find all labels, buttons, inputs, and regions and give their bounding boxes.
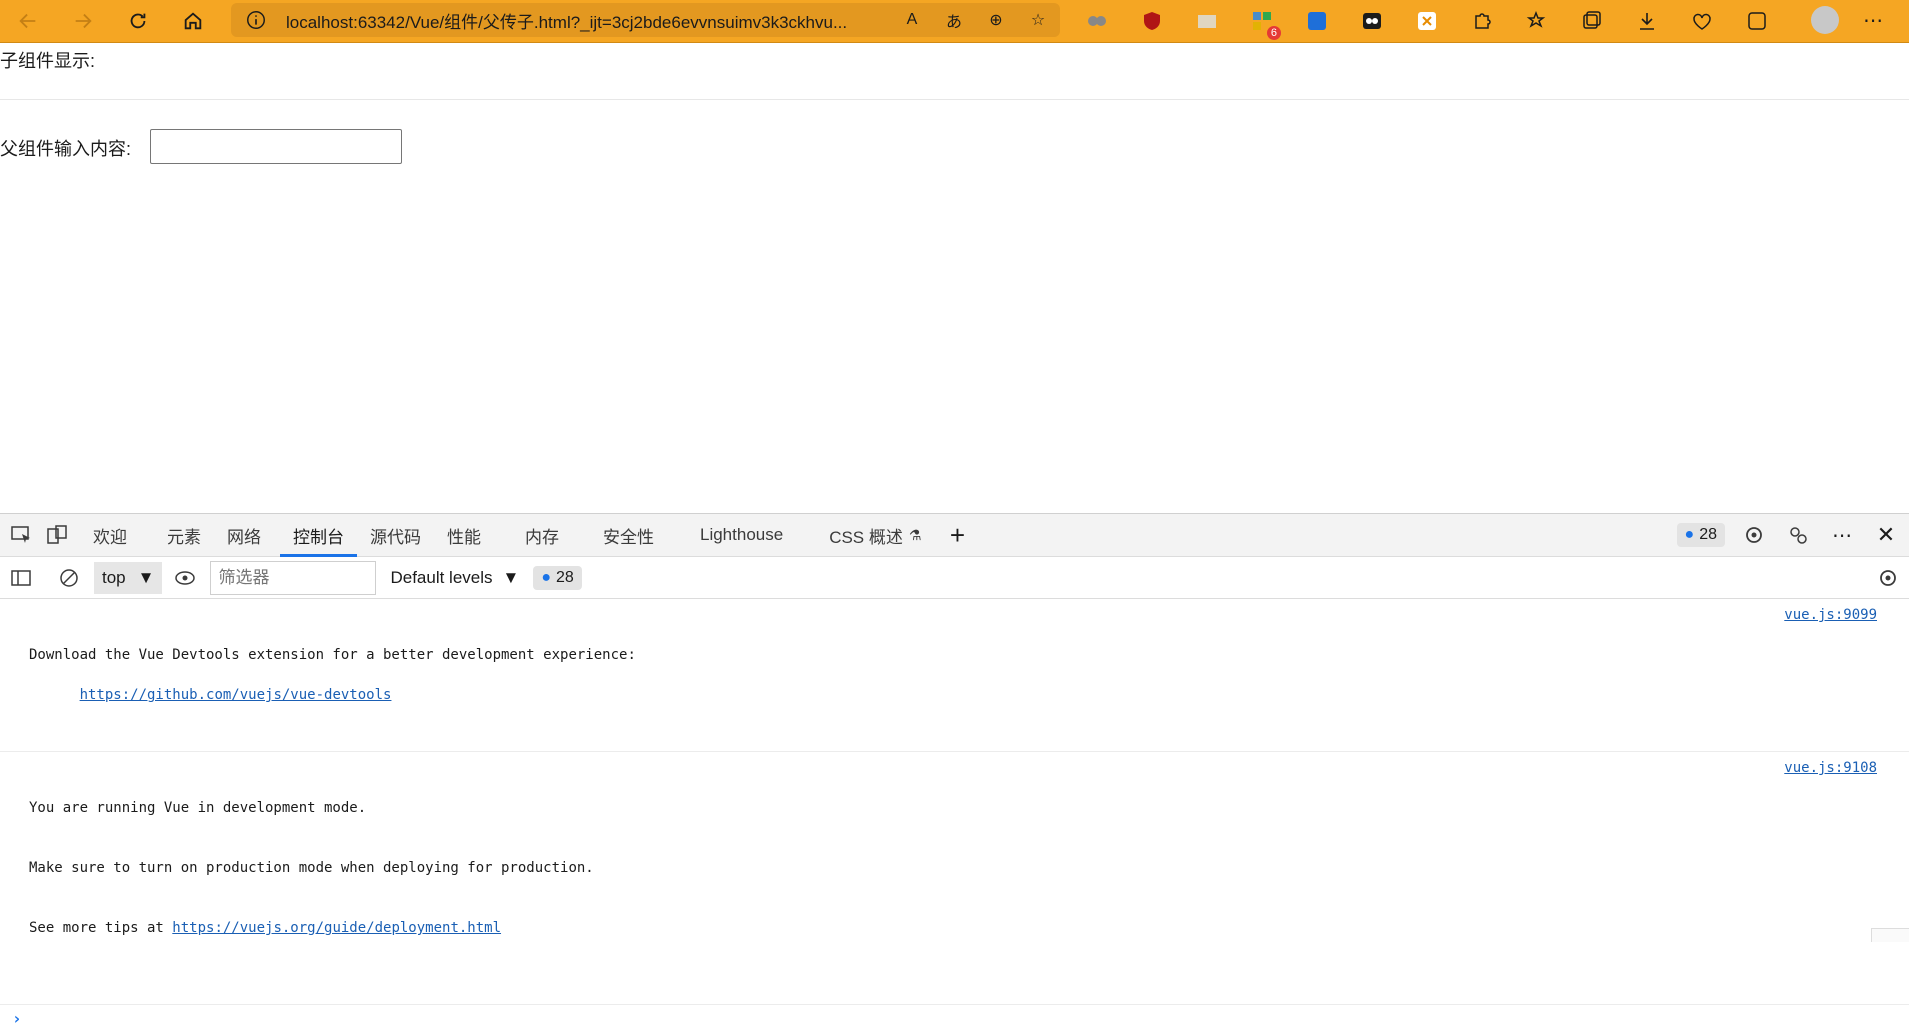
console-message: Download the Vue Devtools extension for …: [0, 599, 1909, 752]
tab-elements[interactable]: 元素: [154, 514, 214, 557]
performance-icon[interactable]: [1687, 6, 1717, 36]
math-solver-icon[interactable]: [1742, 6, 1772, 36]
divider: [0, 99, 1909, 100]
browser-toolbar: localhost:63342/Vue/组件/父传子.html?_ijt=3cj…: [0, 0, 1909, 43]
issues-count: 28: [1699, 526, 1717, 543]
message-source-link[interactable]: vue.js:9108: [1784, 758, 1877, 778]
resize-corner[interactable]: [1871, 928, 1909, 942]
message-icon: ●: [541, 568, 552, 586]
context-select[interactable]: top ▼: [94, 561, 163, 594]
extension-folder-icon[interactable]: [1192, 6, 1222, 36]
child-component-label: 子组件显示:: [0, 51, 96, 71]
message-text: You are running Vue in development mode.: [29, 800, 367, 816]
extension-blue-icon[interactable]: [1302, 6, 1332, 36]
address-bar[interactable]: localhost:63342/Vue/组件/父传子.html?_ijt=3cj…: [231, 3, 1060, 37]
extension-grid-icon[interactable]: 6: [1247, 6, 1281, 40]
favorite-add-icon[interactable]: ☆: [1026, 8, 1050, 32]
tab-console[interactable]: 控制台: [280, 514, 357, 557]
parent-input-label: 父组件输入内容:: [0, 139, 132, 159]
tab-css-overview-label: CSS 概述: [829, 527, 903, 547]
more-options-icon[interactable]: ⋯: [1827, 520, 1857, 550]
console-toolbar: top ▼ Default levels ▼ ●28: [0, 557, 1909, 599]
tab-sources[interactable]: 源代码: [357, 514, 434, 557]
arrow-right-icon: [75, 13, 92, 29]
log-levels-dropdown[interactable]: Default levels ▼: [390, 568, 519, 588]
console-output: Download the Vue Devtools extension for …: [0, 599, 1909, 1033]
context-value: top: [102, 567, 126, 587]
url-text[interactable]: localhost:63342/Vue/组件/父传子.html?_ijt=3cj…: [286, 8, 866, 33]
tab-security[interactable]: 安全性: [590, 514, 667, 557]
filter-input[interactable]: [210, 560, 377, 595]
message-text-line: See more tips at https://vuejs.org/guide…: [29, 918, 1789, 938]
message-text: Download the Vue Devtools extension for …: [29, 647, 636, 663]
inspect-element-icon[interactable]: [6, 520, 36, 550]
back-button[interactable]: [8, 1, 48, 41]
extension-eyes-icon[interactable]: [1357, 6, 1387, 36]
read-aloud-icon[interactable]: A: [900, 8, 924, 32]
message-link[interactable]: https://vuejs.org/guide/deployment.html: [172, 920, 501, 936]
levels-label: Default levels: [390, 567, 493, 587]
console-message: You are running Vue in development mode.…: [0, 752, 1909, 1005]
extensions-puzzle-icon[interactable]: [1467, 6, 1497, 36]
ublock-icon[interactable]: [1137, 6, 1167, 36]
close-devtools-icon[interactable]: ✕: [1871, 520, 1901, 550]
console-settings-icon[interactable]: [1873, 563, 1903, 593]
issues-counter[interactable]: ● 28: [1676, 523, 1725, 547]
profile-avatar[interactable]: [1811, 6, 1839, 34]
extension-x-icon[interactable]: [1412, 6, 1442, 36]
favorites-icon[interactable]: [1522, 6, 1552, 36]
add-tab-icon[interactable]: +: [942, 520, 972, 550]
translate-icon[interactable]: あ: [942, 8, 966, 32]
refresh-icon: [130, 13, 146, 29]
sidebar-toggle-icon[interactable]: [6, 563, 36, 593]
customize-icon[interactable]: [1783, 520, 1813, 550]
page-content: 子组件显示: 父组件输入内容:: [0, 44, 1909, 514]
tab-memory[interactable]: 内存: [512, 514, 572, 557]
flask-icon: ⚗: [908, 526, 922, 543]
message-source-link[interactable]: vue.js:9099: [1784, 605, 1877, 625]
parent-input[interactable]: [150, 129, 402, 164]
console-prompt[interactable]: ›: [0, 1005, 1909, 1033]
device-emulation-icon[interactable]: [42, 520, 72, 550]
toolbar-issues-counter[interactable]: ● 28: [533, 565, 582, 590]
forward-button[interactable]: [63, 1, 103, 41]
message-icon: ●: [1684, 526, 1695, 543]
message-text: Make sure to turn on production mode whe…: [29, 860, 594, 876]
settings-icon[interactable]: [1739, 520, 1769, 550]
downloads-icon[interactable]: [1632, 6, 1662, 36]
extension-owl-icon[interactable]: [1082, 6, 1112, 36]
tab-css-overview[interactable]: CSS 概述 ⚗: [816, 514, 934, 557]
arrow-left-icon: [19, 13, 36, 29]
toolbar-issues-count: 28: [556, 568, 574, 586]
message-text-prefix: See more tips at: [29, 920, 173, 936]
tab-lighthouse[interactable]: Lighthouse: [687, 514, 796, 557]
info-icon[interactable]: [245, 9, 267, 31]
settings-more-icon[interactable]: ⋯: [1863, 8, 1883, 33]
extension-badge: 6: [1266, 26, 1281, 40]
home-button[interactable]: [173, 1, 213, 41]
refresh-button[interactable]: [118, 1, 158, 41]
home-icon: [184, 12, 202, 30]
tab-network[interactable]: 网络: [214, 514, 274, 557]
zoom-icon[interactable]: ⊕: [984, 8, 1008, 32]
message-link[interactable]: https://github.com/vuejs/vue-devtools: [80, 687, 392, 703]
live-expression-icon[interactable]: [170, 563, 200, 593]
devtools-panel: 欢迎 元素 网络 控制台 源代码 性能 内存 安全性 Lighthouse CS…: [0, 513, 1909, 1028]
clear-console-icon[interactable]: [54, 563, 84, 593]
devtools-tab-bar: 欢迎 元素 网络 控制台 源代码 性能 内存 安全性 Lighthouse CS…: [0, 514, 1909, 557]
dropdown-arrow-icon: ▼: [137, 567, 155, 587]
dropdown-arrow-icon: ▼: [502, 567, 520, 587]
tab-performance[interactable]: 性能: [434, 514, 494, 557]
tab-welcome[interactable]: 欢迎: [80, 514, 140, 557]
collections-icon[interactable]: [1577, 6, 1607, 36]
